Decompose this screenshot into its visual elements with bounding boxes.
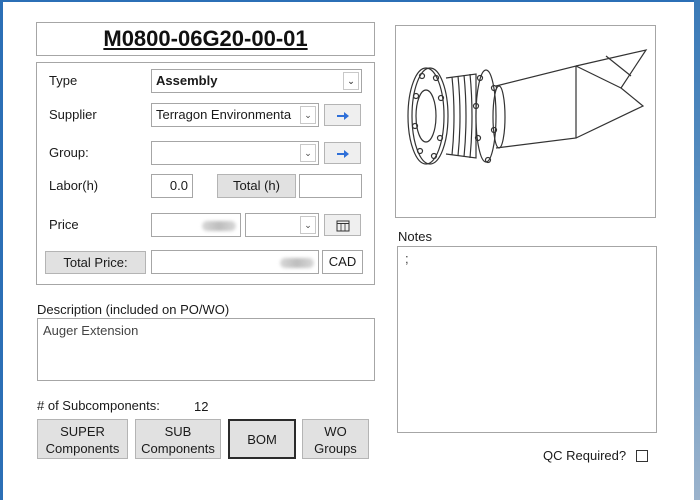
- description-input[interactable]: Auger Extension: [37, 318, 375, 381]
- redacted-value: [280, 257, 314, 268]
- window-edge: [694, 0, 700, 500]
- qc-required-checkbox[interactable]: [636, 450, 648, 462]
- super-components-button[interactable]: SUPER Components: [37, 419, 128, 459]
- description-label: Description (included on PO/WO): [37, 302, 230, 317]
- part-image: [395, 25, 656, 218]
- auger-extension-drawing: [407, 49, 648, 165]
- calendar-icon: [336, 220, 349, 232]
- part-number-title: M0800-06G20-00-01: [36, 22, 375, 56]
- type-select[interactable]: Assembly ⌄: [151, 69, 362, 93]
- qc-required-label: QC Required?: [543, 448, 627, 463]
- arrow-right-icon: [336, 150, 349, 158]
- sub-components-line1: SUB: [164, 424, 192, 439]
- price-label: Price: [49, 217, 79, 232]
- redacted-value: [202, 220, 236, 231]
- wo-groups-line1: WO: [324, 424, 347, 439]
- notes-input[interactable]: ;: [397, 246, 657, 433]
- super-components-line1: SUPER: [60, 424, 105, 439]
- total-hours-input[interactable]: [299, 174, 362, 198]
- group-label: Group:: [49, 145, 89, 160]
- chevron-down-icon[interactable]: ⌄: [300, 106, 316, 124]
- notes-label: Notes: [398, 229, 432, 244]
- total-hours-button[interactable]: Total (h): [217, 174, 296, 198]
- labor-input[interactable]: 0.0: [151, 174, 193, 198]
- calendar-button[interactable]: [324, 214, 361, 236]
- chevron-down-icon[interactable]: ⌄: [300, 216, 316, 234]
- total-price-button[interactable]: Total Price:: [45, 251, 146, 274]
- goto-supplier-button[interactable]: [324, 104, 361, 126]
- super-components-line2: Components: [45, 441, 120, 456]
- price-currency-select[interactable]: ⌄: [245, 213, 319, 237]
- goto-group-button[interactable]: [324, 142, 361, 164]
- arrow-right-icon: [336, 112, 349, 120]
- wo-groups-button[interactable]: WO Groups: [302, 419, 369, 459]
- labor-label: Labor(h): [49, 178, 99, 193]
- group-select[interactable]: ⌄: [151, 141, 319, 165]
- type-value: Assembly: [156, 73, 218, 88]
- subcomponents-count: 12: [194, 399, 209, 414]
- supplier-select[interactable]: Terragon Environmenta ⌄: [151, 103, 319, 127]
- supplier-label: Supplier: [49, 107, 97, 122]
- chevron-down-icon[interactable]: ⌄: [300, 144, 316, 162]
- supplier-value: Terragon Environmenta: [156, 107, 292, 122]
- wo-groups-line2: Groups: [314, 441, 357, 456]
- subcomponents-label: # of Subcomponents:: [37, 398, 160, 413]
- sub-components-line2: Components: [141, 441, 215, 456]
- price-input[interactable]: [151, 213, 241, 237]
- total-price-currency: CAD: [322, 250, 363, 274]
- description-value: Auger Extension: [43, 323, 139, 338]
- bom-button[interactable]: BOM: [228, 419, 296, 459]
- notes-value: ;: [405, 251, 409, 266]
- type-label: Type: [49, 73, 78, 88]
- total-price-input[interactable]: [151, 250, 319, 274]
- chevron-down-icon[interactable]: ⌄: [343, 72, 359, 90]
- sub-components-button[interactable]: SUB Components: [135, 419, 221, 459]
